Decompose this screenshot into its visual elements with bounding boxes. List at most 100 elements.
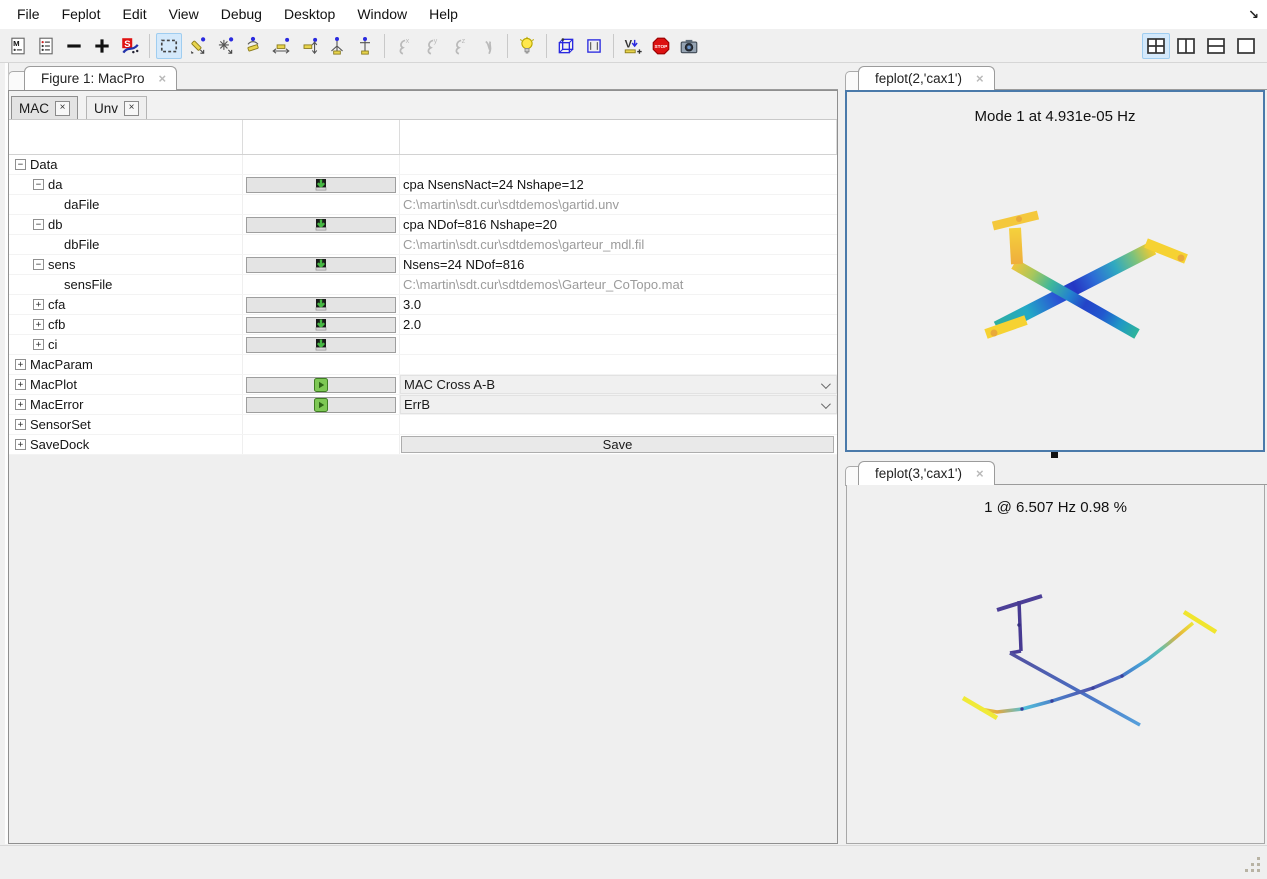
menu-window[interactable]: Window [346, 0, 418, 29]
expander-plus-icon[interactable]: + [33, 319, 44, 330]
zoom-out-icon[interactable] [61, 33, 87, 59]
subtab-bar: MAC× Unv× [9, 91, 837, 120]
menubar-overflow-icon[interactable]: ↘ [1248, 0, 1259, 29]
edit-properties-icon[interactable] [33, 33, 59, 59]
expander-minus-icon[interactable]: − [33, 219, 44, 230]
tree-label[interactable]: cfa [48, 297, 65, 312]
expander-minus-icon[interactable]: − [33, 179, 44, 190]
play-button[interactable] [246, 397, 396, 413]
expander-minus-icon[interactable]: − [15, 159, 26, 170]
tree-label[interactable]: dbFile [64, 237, 99, 252]
close-icon[interactable]: × [976, 71, 984, 86]
menu-desktop[interactable]: Desktop [273, 0, 346, 29]
download-button[interactable] [246, 337, 396, 353]
toolbar-separator [613, 34, 614, 58]
expander-plus-icon[interactable]: + [15, 359, 26, 370]
tree-label[interactable]: MacParam [30, 357, 93, 372]
align-horizontal-icon[interactable] [268, 33, 294, 59]
subtab-unv[interactable]: Unv× [86, 96, 147, 119]
tree-label[interactable]: cfb [48, 317, 65, 332]
resize-grip-icon[interactable] [1257, 869, 1260, 872]
menu-file[interactable]: File [6, 0, 51, 29]
lighting-icon[interactable] [514, 33, 540, 59]
scale-deform-icon[interactable]: V [620, 33, 646, 59]
download-button[interactable] [246, 317, 396, 333]
close-icon[interactable]: × [159, 71, 167, 86]
layout-rows-icon[interactable] [1202, 33, 1230, 59]
tree-label[interactable]: daFile [64, 197, 99, 212]
center-node-icon[interactable] [212, 33, 238, 59]
layout-single-icon[interactable] [1232, 33, 1260, 59]
file-path-value: C:\martin\sdt.cur\sdtdemos\Garteur_CoTop… [400, 277, 683, 292]
expander-plus-icon[interactable]: + [33, 339, 44, 350]
macerror-dropdown[interactable]: ErrB [400, 395, 837, 414]
download-button[interactable] [246, 297, 396, 313]
layout-grid-icon[interactable] [1142, 33, 1170, 59]
select-region-icon[interactable] [156, 33, 182, 59]
menu-edit[interactable]: Edit [111, 0, 157, 29]
view-3d-cube-icon[interactable] [553, 33, 579, 59]
zoom-in-icon[interactable] [89, 33, 115, 59]
subtab-mac[interactable]: MAC× [11, 96, 78, 119]
deform-tool-icon[interactable] [324, 33, 350, 59]
tree-label[interactable]: SaveDock [30, 437, 89, 452]
tree-row-sensorset: + SensorSet [9, 415, 837, 435]
expander-plus-icon[interactable]: + [15, 379, 26, 390]
play-button[interactable] [246, 377, 396, 393]
menu-feplot[interactable]: Feplot [51, 0, 112, 29]
rotate-tool-icon[interactable] [240, 33, 266, 59]
tree-cell-value: 2.0 [400, 315, 837, 334]
tree-label[interactable]: sens [48, 257, 75, 272]
close-icon[interactable]: × [976, 466, 984, 481]
download-button[interactable] [246, 177, 396, 193]
tab-figure1-macpro[interactable]: Figure 1: MacPro × [24, 66, 177, 90]
feplot2-canvas[interactable]: Mode 1 at 4.931e-05 Hz [845, 90, 1265, 452]
tree-label[interactable]: MacPlot [30, 377, 77, 392]
tab-feplot3[interactable]: feplot(3,'cax1') × [858, 461, 995, 485]
tree-label[interactable]: MacError [30, 397, 83, 412]
snapshot-icon[interactable] [676, 33, 702, 59]
anim-tool-icon[interactable] [352, 33, 378, 59]
file-path-value: C:\martin\sdt.cur\sdtdemos\gartid.unv [400, 197, 619, 212]
menu-debug[interactable]: Debug [210, 0, 273, 29]
menu-view[interactable]: View [158, 0, 210, 29]
svg-text:V: V [625, 38, 633, 50]
tree-label[interactable]: db [48, 217, 62, 232]
feplot3-canvas[interactable]: 1 @ 6.507 Hz 0.98 % [846, 485, 1265, 844]
feplot3-title: 1 @ 6.507 Hz 0.98 % [847, 499, 1264, 516]
layout-columns-icon[interactable] [1172, 33, 1200, 59]
sdt-curve-icon[interactable]: S [117, 33, 143, 59]
menu-bar: FileFeplotEditViewDebugDesktopWindowHelp… [0, 0, 1267, 29]
menu-help[interactable]: Help [418, 0, 469, 29]
align-vertical-icon[interactable] [296, 33, 322, 59]
tree-label[interactable]: ci [48, 337, 57, 352]
tree-label[interactable]: sensFile [64, 277, 112, 292]
toolbar-separator [507, 34, 508, 58]
macplot-dropdown[interactable]: MAC Cross A-B [400, 375, 837, 394]
tree-cell-name: daFile [9, 195, 243, 214]
model-properties-icon[interactable]: M [5, 33, 31, 59]
tree-cell-action [243, 375, 400, 394]
tree-label[interactable]: SensorSet [30, 417, 91, 432]
tree-cell-name: dbFile [9, 235, 243, 254]
tab-feplot2[interactable]: feplot(2,'cax1') × [858, 66, 995, 90]
expander-plus-icon[interactable]: + [15, 439, 26, 450]
view-flat-cube-icon[interactable] [581, 33, 607, 59]
expander-plus-icon[interactable]: + [33, 299, 44, 310]
close-icon[interactable]: × [124, 101, 139, 116]
download-button[interactable] [246, 257, 396, 273]
close-icon[interactable]: × [55, 101, 70, 116]
tree-label[interactable]: Data [30, 157, 57, 172]
download-button[interactable] [246, 217, 396, 233]
tree-cell-name: + MacPlot [9, 375, 243, 394]
stop-icon[interactable]: STOP [648, 33, 674, 59]
expander-minus-icon[interactable]: − [33, 259, 44, 270]
expander-plus-icon[interactable]: + [15, 419, 26, 430]
tree-row-ci: + ci [9, 335, 837, 355]
save-button[interactable]: Save [401, 436, 834, 453]
edit-node-icon[interactable] [184, 33, 210, 59]
tab-label: feplot(2,'cax1') [875, 71, 962, 86]
tree-cell-action [243, 275, 400, 294]
expander-plus-icon[interactable]: + [15, 399, 26, 410]
tree-label[interactable]: da [48, 177, 62, 192]
